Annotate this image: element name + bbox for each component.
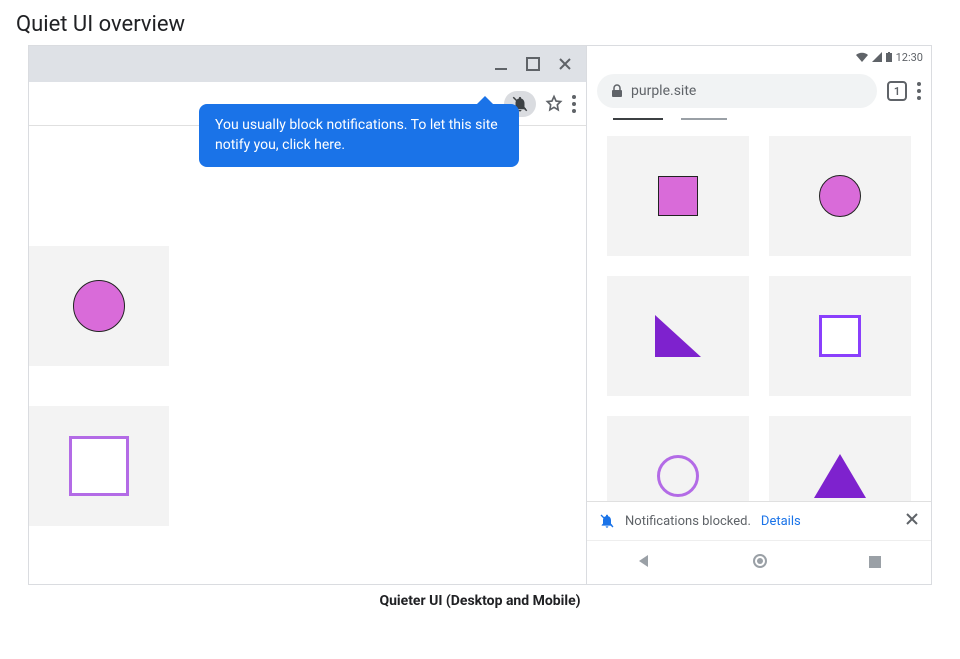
- wifi-icon: [856, 52, 868, 62]
- minimize-icon: [494, 57, 508, 71]
- pink-circle-icon: [73, 280, 125, 332]
- tab-switcher-button[interactable]: 1: [887, 81, 907, 101]
- maximize-icon: [526, 57, 540, 71]
- home-icon: [752, 553, 768, 569]
- purple-square-outline-icon: [819, 315, 861, 357]
- content-card: [29, 246, 169, 366]
- address-bar-text: purple.site: [631, 83, 696, 99]
- nav-recent-button[interactable]: [869, 553, 881, 572]
- minimize-button[interactable]: [494, 57, 508, 71]
- content-card: [607, 136, 749, 256]
- mobile-statusbar: 12:30: [587, 46, 931, 68]
- desktop-sidebar: [29, 126, 189, 584]
- snackbar-details-link[interactable]: Details: [761, 514, 801, 529]
- address-bar[interactable]: purple.site: [597, 74, 877, 108]
- omnibox-row: purple.site 1: [587, 68, 931, 118]
- purple-triangle-icon: [814, 454, 866, 498]
- browser-menu-button[interactable]: [572, 95, 576, 113]
- back-icon: [637, 554, 651, 568]
- close-icon: [558, 57, 572, 71]
- figure-caption: Quieter UI (Desktop and Mobile): [0, 593, 960, 609]
- content-card: [607, 276, 749, 396]
- purple-triangle-icon: [655, 315, 701, 357]
- purple-square-outline-icon: [69, 436, 129, 496]
- content-card: [769, 416, 911, 501]
- maximize-button[interactable]: [526, 57, 540, 71]
- snackbar-close-button[interactable]: [905, 512, 919, 530]
- close-button[interactable]: [558, 57, 572, 71]
- pink-square-icon: [658, 176, 698, 216]
- lock-icon: [611, 84, 623, 98]
- star-icon: [544, 94, 564, 114]
- notification-tooltip[interactable]: You usually block notifications. To let …: [199, 104, 519, 167]
- content-card: [607, 416, 749, 501]
- desktop-content: [29, 126, 586, 584]
- page-title: Quiet UI overview: [0, 0, 960, 45]
- nav-home-button[interactable]: [752, 553, 768, 573]
- status-time: 12:30: [896, 51, 923, 64]
- mobile-grid: [587, 126, 931, 501]
- content-card: [769, 276, 911, 396]
- nav-back-button[interactable]: [637, 553, 651, 572]
- tab-indicator[interactable]: [681, 118, 727, 120]
- content-card: [769, 136, 911, 256]
- content-tabs: [587, 118, 931, 126]
- content-card: [29, 406, 169, 526]
- notification-snackbar: Notifications blocked. Details: [587, 501, 931, 540]
- menu-icon: [917, 82, 921, 100]
- recent-icon: [869, 556, 881, 568]
- battery-icon: [886, 52, 892, 62]
- desktop-panel: You usually block notifications. To let …: [29, 46, 587, 584]
- menu-icon: [572, 95, 576, 113]
- mobile-menu-button[interactable]: [917, 82, 921, 100]
- snackbar-text: Notifications blocked.: [625, 514, 751, 529]
- bookmark-button[interactable]: [544, 94, 564, 114]
- bell-off-icon: [599, 513, 615, 529]
- close-icon: [905, 512, 919, 526]
- purple-circle-outline-icon: [657, 455, 699, 497]
- android-navbar: [587, 540, 931, 584]
- tab-indicator-active[interactable]: [613, 118, 663, 120]
- figure-wrap: You usually block notifications. To let …: [28, 45, 932, 585]
- window-titlebar: [29, 46, 586, 82]
- signal-icon: [872, 52, 882, 62]
- pink-circle-icon: [819, 175, 861, 217]
- mobile-panel: 12:30 purple.site 1: [587, 46, 931, 584]
